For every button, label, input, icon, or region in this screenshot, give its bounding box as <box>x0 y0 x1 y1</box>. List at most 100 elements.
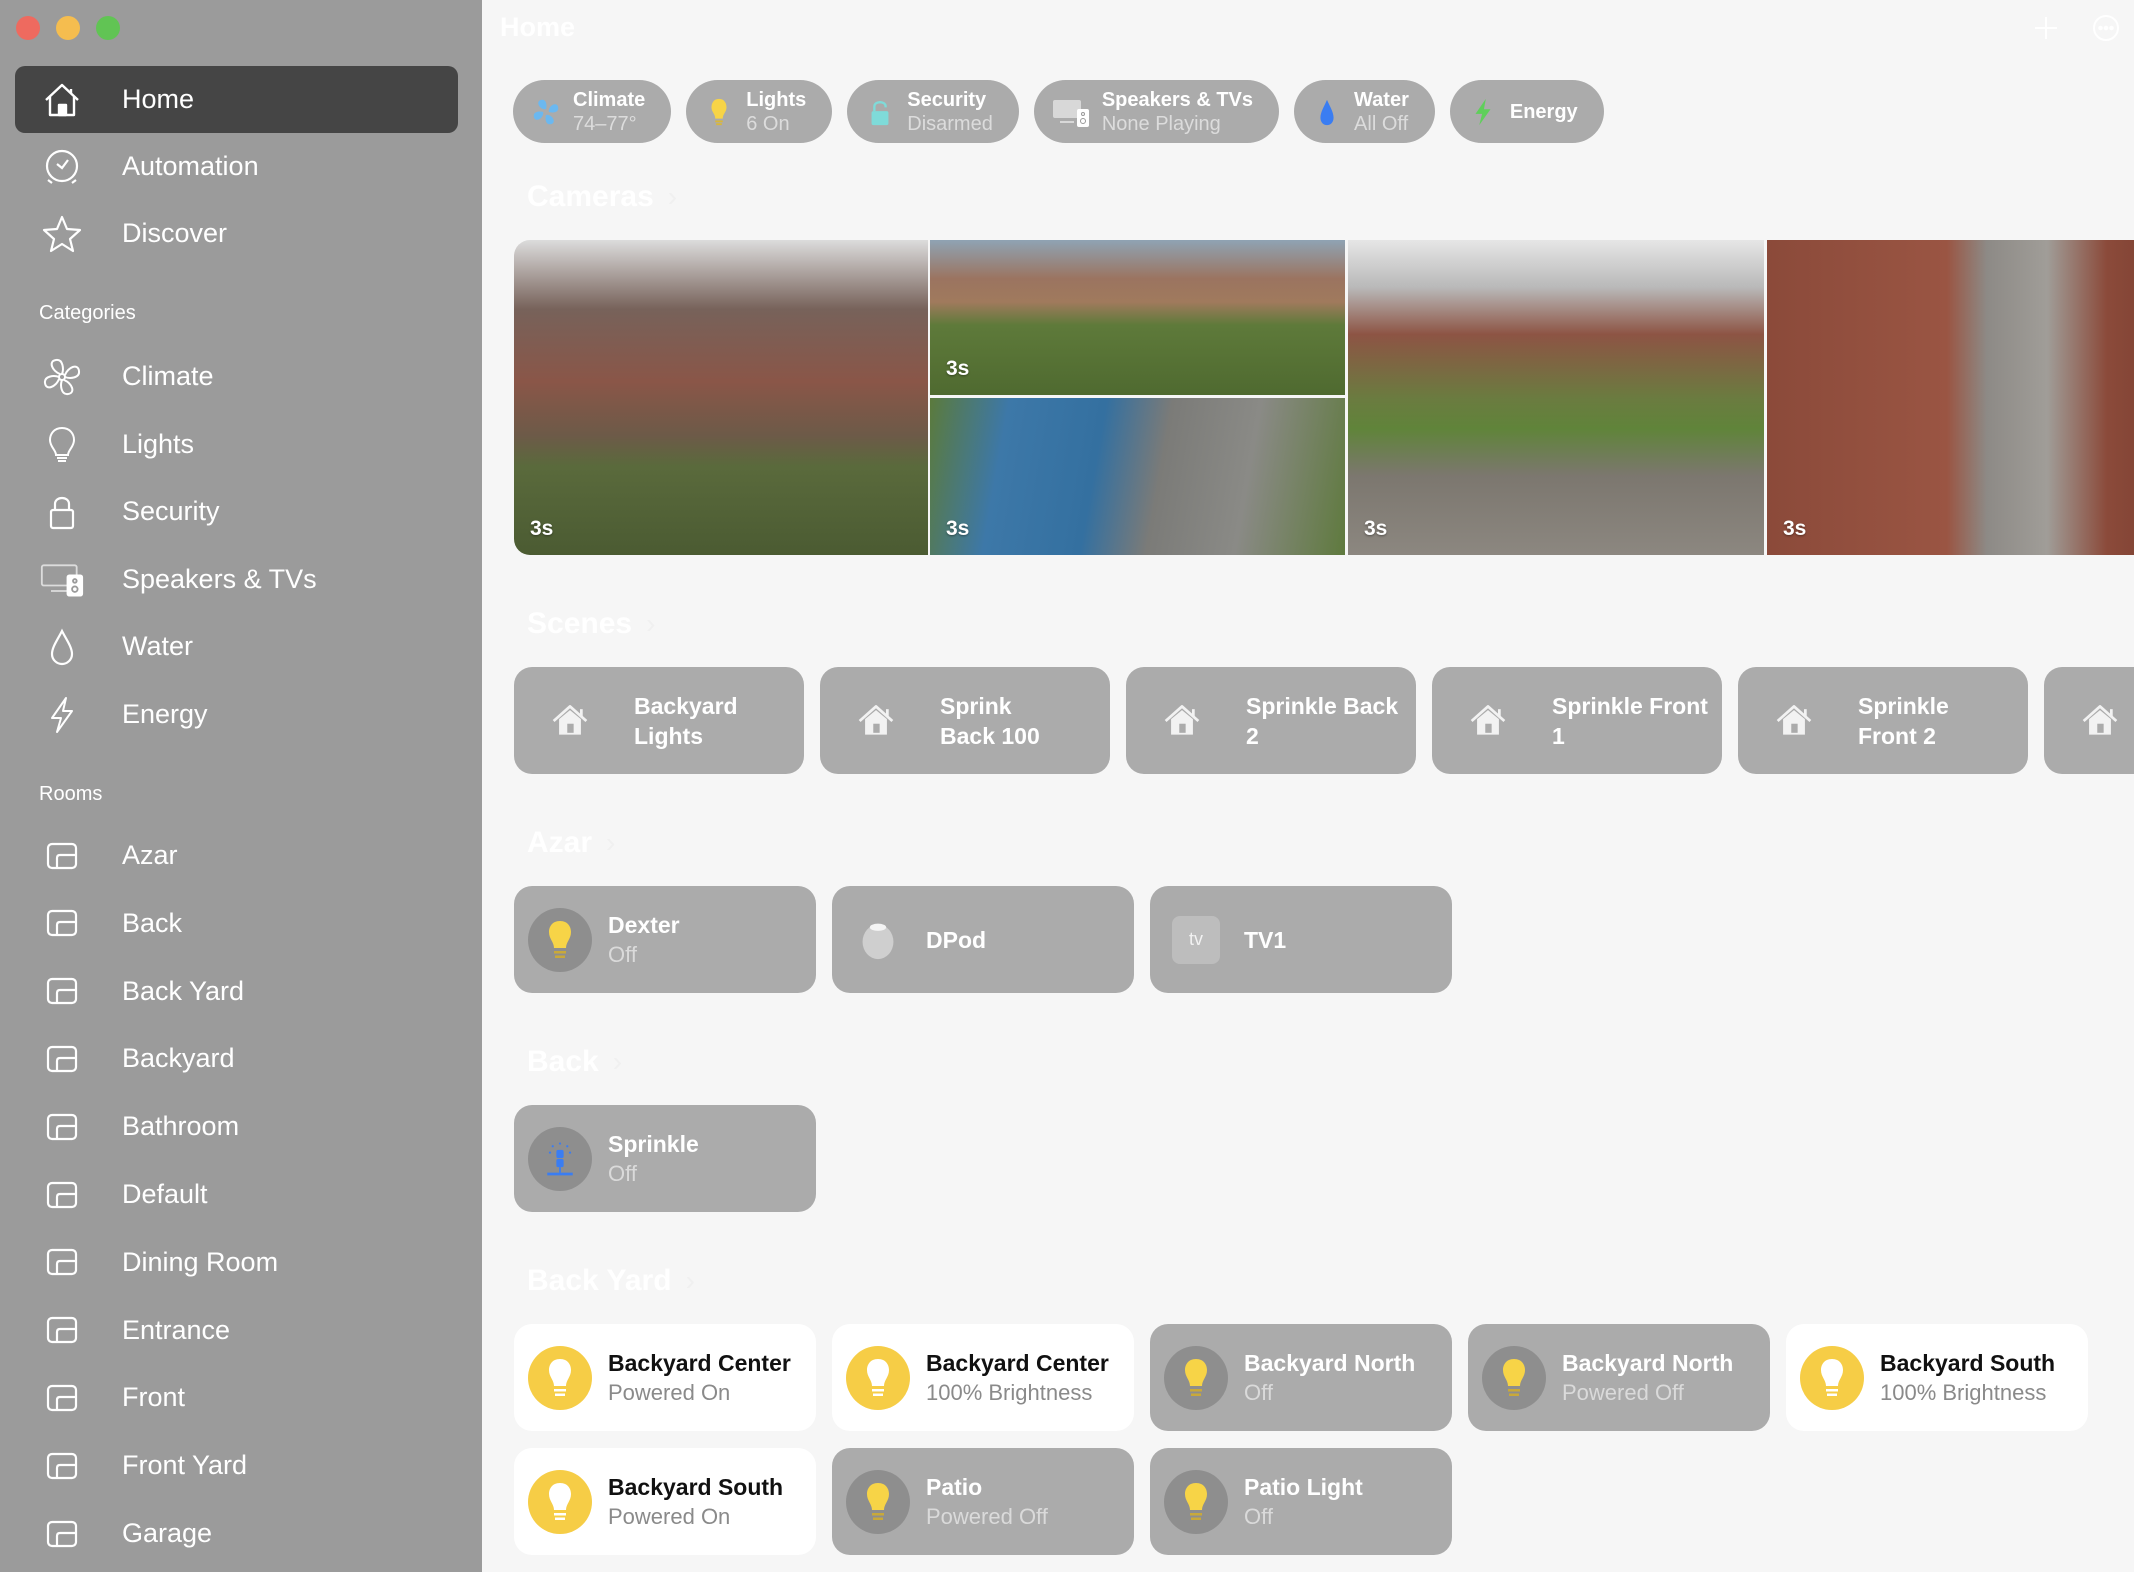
accessory-name: Backyard South <box>1880 1349 2056 1376</box>
camera-age-label: 3s <box>1783 517 1807 540</box>
scene-tile[interactable] <box>2044 667 2134 774</box>
lightbulb-icon <box>528 907 592 972</box>
sidebar-item-room[interactable]: Entrance <box>15 1297 458 1364</box>
accessory-tile[interactable]: Backyard South 100% Brightness <box>1786 1324 2088 1431</box>
house-icon <box>538 689 602 753</box>
appletv-icon: tv <box>1164 908 1228 972</box>
chevron-right-icon: › <box>646 608 656 639</box>
sidebar-item-label: Front <box>122 1382 186 1413</box>
accessory-status: Off <box>1244 1503 1273 1529</box>
sidebar-item-energy[interactable]: Energy <box>15 681 458 748</box>
accessory-name: Backyard North <box>1562 1349 1734 1376</box>
room-heading-back-yard[interactable]: Back Yard › <box>527 1264 695 1298</box>
section-title: Azar <box>527 826 593 859</box>
accessory-tile[interactable]: Backyard North Off <box>1150 1324 1452 1431</box>
scene-tile[interactable]: Sprinkle Front 2 <box>1738 667 2028 774</box>
cameras-heading[interactable]: Cameras › <box>527 180 677 214</box>
pill-speakers-tvs[interactable]: Speakers & TVs None Playing <box>1033 80 1280 143</box>
scene-tile[interactable]: Sprinkle Front 1 <box>1432 667 1722 774</box>
sidebar-item-room[interactable]: Bathroom <box>15 1093 458 1160</box>
sidebar-item-water[interactable]: Water <box>15 613 458 680</box>
sidebar-item-discover[interactable]: Discover <box>15 200 458 267</box>
sidebar-item-speakers-tvs[interactable]: Speakers & TVs <box>15 546 458 613</box>
sidebar-item-room[interactable]: Front <box>15 1364 458 1431</box>
rooms-heading: Rooms <box>39 783 103 805</box>
sidebar-item-room[interactable]: Default <box>15 1161 458 1228</box>
scene-tile[interactable]: Sprink Back 100 <box>820 667 1110 774</box>
scenes-heading[interactable]: Scenes › <box>527 607 655 641</box>
scene-name-line1: Sprinkle Back 2 <box>1246 692 1399 749</box>
room-icon <box>40 969 84 1013</box>
minimize-window-button[interactable] <box>56 16 80 40</box>
chevron-right-icon: › <box>612 1046 623 1077</box>
pill-climate[interactable]: Climate 74–77° <box>513 80 672 143</box>
accessory-tile[interactable]: DPod <box>832 886 1134 993</box>
accessory-name: Patio <box>926 1473 983 1500</box>
sidebar-item-label: Discover <box>122 218 228 248</box>
room-heading-back[interactable]: Back › <box>527 1045 622 1079</box>
scene-tile[interactable]: Sprinkle Back 2 <box>1126 667 1416 774</box>
section-title: Scenes <box>527 607 633 640</box>
sidebar-item-lights[interactable]: Lights <box>15 411 458 478</box>
accessory-tile[interactable]: Dexter Off <box>514 886 816 993</box>
accessory-status: Off <box>608 1160 637 1186</box>
pill-subtitle: None Playing <box>1101 112 1221 135</box>
sidebar-item-label: Energy <box>122 699 208 729</box>
accessory-tile[interactable]: Backyard Center 100% Brightness <box>832 1324 1134 1431</box>
sidebar-item-home[interactable]: Home <box>15 66 458 133</box>
sidebar-item-room[interactable]: Dining Room <box>15 1229 458 1296</box>
accessory-tile[interactable]: Backyard North Powered Off <box>1468 1324 1770 1431</box>
sidebar-item-label: Garage <box>122 1518 213 1548</box>
sidebar-item-label: Backyard <box>122 1043 235 1074</box>
accessory-status: 100% Brightness <box>1880 1379 2047 1405</box>
sidebar-item-room[interactable]: Back Yard <box>15 958 458 1025</box>
drop-icon <box>40 625 84 669</box>
pill-water[interactable]: Water All Off <box>1294 80 1435 143</box>
window-controls <box>16 16 120 40</box>
toolbar <box>2032 14 2120 47</box>
status-pills: Climate 74–77° Lights 6 On Security Disa… <box>513 80 1604 143</box>
sidebar-item-room[interactable]: Front Yard <box>15 1432 458 1499</box>
lock-icon <box>865 95 895 129</box>
lightbulb-icon <box>704 95 734 129</box>
accessory-tile[interactable]: Sprinkle Off <box>514 1105 816 1212</box>
camera-feed-front-porch[interactable]: 3s <box>514 240 928 555</box>
camera-feed-driveway[interactable]: 3s <box>930 398 1345 555</box>
lightbulb-icon <box>1164 1345 1228 1410</box>
sidebar-item-climate[interactable]: Climate <box>15 343 458 410</box>
zoom-window-button[interactable] <box>96 16 120 40</box>
accessory-tile[interactable]: Backyard Center Powered On <box>514 1324 816 1431</box>
sidebar-item-room[interactable]: Back <box>15 890 458 957</box>
sidebar-item-security[interactable]: Security <box>15 478 458 545</box>
camera-feed-walkway[interactable]: 3s <box>1767 240 2134 555</box>
appletv-badge-text: tv <box>1188 929 1203 949</box>
sidebar-item-automation[interactable]: Automation <box>15 133 458 200</box>
sidebar-item-room[interactable]: Garage <box>15 1500 458 1567</box>
lock-icon <box>40 490 84 534</box>
close-window-button[interactable] <box>16 16 40 40</box>
pill-security[interactable]: Security Disarmed <box>847 80 1019 143</box>
pill-energy[interactable]: Energy <box>1449 80 1604 143</box>
camera-feed-patio[interactable]: 3s <box>1348 240 1764 555</box>
house-icon <box>40 78 84 122</box>
accessory-tile[interactable]: tv TV1 <box>1150 886 1452 993</box>
scene-tile[interactable]: Backyard Lights <box>514 667 804 774</box>
accessory-tile[interactable]: Patio Light Off <box>1150 1448 1452 1555</box>
pill-lights[interactable]: Lights 6 On <box>686 80 833 143</box>
scene-name-line2: Front 2 <box>1858 722 1936 749</box>
camera-feed-yard[interactable]: 3s <box>930 240 1345 395</box>
chevron-right-icon: › <box>685 1265 695 1296</box>
room-icon <box>40 1240 84 1284</box>
categories-heading: Categories <box>39 302 136 324</box>
sidebar-item-label: Speakers & TVs <box>122 564 317 594</box>
accessory-tile[interactable]: Patio Powered Off <box>832 1448 1134 1555</box>
room-heading-azar[interactable]: Azar › <box>527 826 615 860</box>
sidebar-item-room[interactable]: Azar <box>15 822 458 889</box>
accessory-tile[interactable]: Backyard South Powered On <box>514 1448 816 1555</box>
ellipsis-circle-icon[interactable] <box>2092 14 2120 47</box>
accessory-name: Backyard Center <box>608 1349 791 1376</box>
plus-icon[interactable] <box>2032 14 2060 47</box>
sidebar-item-room[interactable]: Backyard <box>15 1025 458 1092</box>
sidebar: Home Automation Discover Categories Clim… <box>0 0 482 1572</box>
tv-speaker-icon <box>40 558 84 602</box>
